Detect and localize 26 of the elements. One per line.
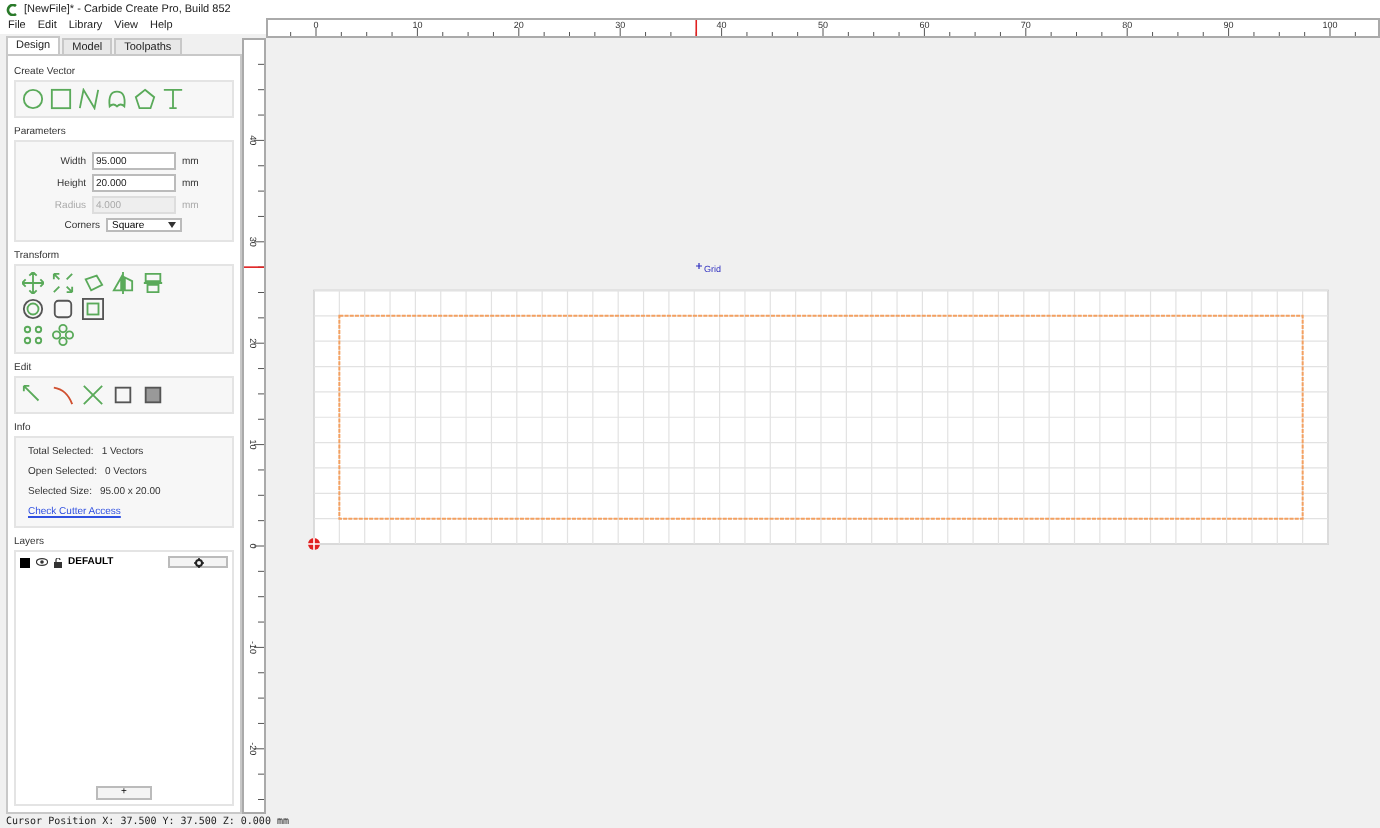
blob-shape-icon[interactable] [106, 88, 128, 110]
grid-plus-icon [695, 262, 703, 270]
text-icon[interactable] [162, 88, 184, 110]
offset-icon[interactable] [22, 298, 44, 320]
origin-marker-icon [307, 537, 321, 551]
zigzag-line-icon[interactable] [78, 88, 100, 110]
square-icon[interactable] [50, 88, 72, 110]
rounded-square-icon[interactable] [52, 298, 74, 320]
node-edit-icon[interactable] [22, 384, 44, 406]
layer-color-swatch[interactable] [20, 557, 30, 567]
cut-lines-icon[interactable] [82, 384, 104, 406]
layer-settings-button[interactable] [168, 556, 228, 568]
filled-square-icon[interactable] [142, 384, 164, 406]
pentagon-icon[interactable] [134, 88, 156, 110]
boolean-icon[interactable] [82, 298, 104, 320]
gear-icon [193, 557, 203, 567]
mirror-icon[interactable] [112, 272, 134, 294]
eye-icon[interactable] [36, 558, 48, 566]
align-icon[interactable] [142, 272, 164, 294]
arc-icon[interactable] [52, 384, 74, 406]
rectangle-vector[interactable] [338, 314, 1304, 520]
circle-icon[interactable] [22, 88, 44, 110]
caret-icon [168, 222, 176, 228]
app-icon [6, 3, 18, 15]
lock-icon[interactable] [54, 557, 62, 567]
join-icon[interactable] [112, 384, 134, 406]
